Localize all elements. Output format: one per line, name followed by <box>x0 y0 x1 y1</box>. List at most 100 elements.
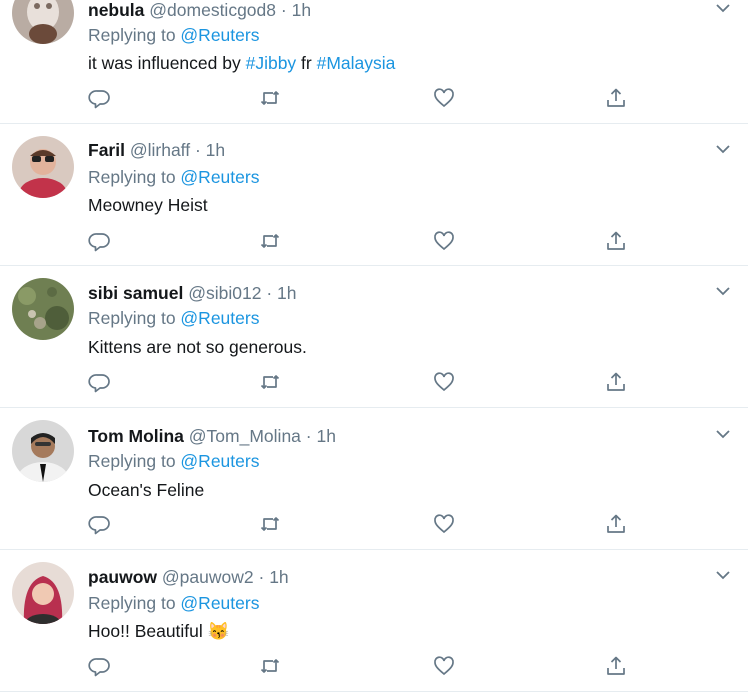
replying-to: Replying to @Reuters <box>88 450 259 472</box>
author-handle[interactable]: @Tom_Molina <box>189 426 301 446</box>
timestamp[interactable]: 1h <box>269 567 288 587</box>
heart-icon <box>434 88 454 108</box>
replying-to: Replying to @Reuters <box>88 166 259 188</box>
mention-link[interactable]: @Reuters <box>180 25 259 45</box>
replying-prefix: Replying to <box>88 593 181 613</box>
retweet-button[interactable] <box>258 512 282 536</box>
reply-button[interactable] <box>88 512 112 536</box>
author-handle[interactable]: @sibi012 <box>188 283 261 303</box>
replying-prefix: Replying to <box>88 308 181 328</box>
mention-link[interactable]: @Reuters <box>180 593 259 613</box>
share-icon <box>607 514 625 533</box>
retweet-icon <box>260 91 280 105</box>
chevron-down-icon[interactable] <box>714 566 732 584</box>
author-name[interactable]: Tom Molina <box>88 426 184 446</box>
like-button[interactable] <box>432 86 456 110</box>
action-bar <box>88 370 648 394</box>
tweet-text: Hoo!! Beautiful 😽 <box>88 620 229 642</box>
timestamp[interactable]: 1h <box>316 426 335 446</box>
heart-icon <box>434 514 454 534</box>
tweet[interactable]: sibi samuel @sibi012 · 1h Replying to @R… <box>0 266 748 408</box>
heart-icon <box>434 231 454 251</box>
mention-link[interactable]: @Reuters <box>180 451 259 471</box>
reply-icon <box>88 90 110 109</box>
action-bar <box>88 512 648 536</box>
tweet[interactable]: Faril @lirhaff · 1h Replying to @Reuters… <box>0 124 748 266</box>
timestamp[interactable]: 1h <box>292 0 311 20</box>
share-icon <box>607 88 625 107</box>
author-name[interactable]: sibi samuel <box>88 283 183 303</box>
like-button[interactable] <box>432 654 456 678</box>
retweet-button[interactable] <box>258 654 282 678</box>
retweet-icon <box>260 375 280 389</box>
author-handle[interactable]: @lirhaff <box>130 140 190 160</box>
chevron-down-icon[interactable] <box>714 282 732 300</box>
mention-link[interactable]: @Reuters <box>180 167 259 187</box>
text-segment: fr <box>296 53 317 73</box>
author-name[interactable]: Faril <box>88 140 125 160</box>
chevron-down-icon[interactable] <box>714 0 732 17</box>
tweet[interactable]: Tom Molina @Tom_Molina · 1h Replying to … <box>0 408 748 550</box>
like-button[interactable] <box>432 229 456 253</box>
retweet-button[interactable] <box>258 86 282 110</box>
avatar[interactable] <box>12 278 74 340</box>
separator-dot: · <box>194 140 201 160</box>
reply-icon <box>88 233 110 252</box>
chevron-down-icon[interactable] <box>714 425 732 443</box>
tweet-text: Kittens are not so generous. <box>88 337 307 357</box>
retweet-button[interactable] <box>258 370 282 394</box>
hashtag-link[interactable]: #Malaysia <box>317 53 396 73</box>
tweet[interactable]: pauwow @pauwow2 · 1h Replying to @Reuter… <box>0 550 748 692</box>
author-handle[interactable]: @domesticgod8 <box>149 0 276 20</box>
reply-icon <box>88 374 110 393</box>
avatar[interactable] <box>12 136 74 198</box>
timestamp[interactable]: 1h <box>277 283 296 303</box>
tweet-text: it was influenced by #Jibby fr #Malaysia <box>88 52 395 74</box>
author-name[interactable]: nebula <box>88 0 144 20</box>
timestamp[interactable]: 1h <box>206 140 225 160</box>
avatar[interactable] <box>12 0 74 44</box>
reply-button[interactable] <box>88 654 112 678</box>
heart-icon <box>434 372 454 392</box>
mention-link[interactable]: @Reuters <box>180 308 259 328</box>
reply-button[interactable] <box>88 370 112 394</box>
like-button[interactable] <box>432 370 456 394</box>
replying-prefix: Replying to <box>88 25 181 45</box>
share-button[interactable] <box>604 86 628 110</box>
author-name[interactable]: pauwow <box>88 567 157 587</box>
chevron-down-icon[interactable] <box>714 140 732 158</box>
share-button[interactable] <box>604 512 628 536</box>
retweet-button[interactable] <box>258 229 282 253</box>
retweet-icon <box>260 517 280 531</box>
action-bar <box>88 86 648 110</box>
replying-to: Replying to @Reuters <box>88 24 259 46</box>
reply-button[interactable] <box>88 86 112 110</box>
action-bar <box>88 229 648 253</box>
tweet[interactable]: nebula @domesticgod8 · 1h Replying to @R… <box>0 0 748 124</box>
tweet-text: Ocean's Feline <box>88 480 205 500</box>
avatar[interactable] <box>12 562 74 624</box>
replying-to: Replying to @Reuters <box>88 307 259 329</box>
reply-icon <box>88 658 110 677</box>
author-handle[interactable]: @pauwow2 <box>162 567 254 587</box>
like-button[interactable] <box>432 512 456 536</box>
text-segment: it was influenced by <box>88 53 246 73</box>
retweet-icon <box>260 234 280 248</box>
reply-button[interactable] <box>88 229 112 253</box>
share-button[interactable] <box>604 229 628 253</box>
share-button[interactable] <box>604 654 628 678</box>
separator-dot: · <box>280 0 287 20</box>
share-icon <box>607 372 625 391</box>
share-button[interactable] <box>604 370 628 394</box>
retweet-icon <box>260 659 280 673</box>
hashtag-link[interactable]: #Jibby <box>246 53 297 73</box>
separator-dot: · <box>266 283 273 303</box>
reply-feed: nebula @domesticgod8 · 1h Replying to @R… <box>0 0 750 694</box>
replying-prefix: Replying to <box>88 451 181 471</box>
separator-dot: · <box>305 426 312 446</box>
heart-icon <box>434 656 454 676</box>
reply-icon <box>88 516 110 535</box>
share-icon <box>607 656 625 675</box>
avatar[interactable] <box>12 420 74 482</box>
text-segment: Hoo!! Beautiful <box>88 621 203 641</box>
